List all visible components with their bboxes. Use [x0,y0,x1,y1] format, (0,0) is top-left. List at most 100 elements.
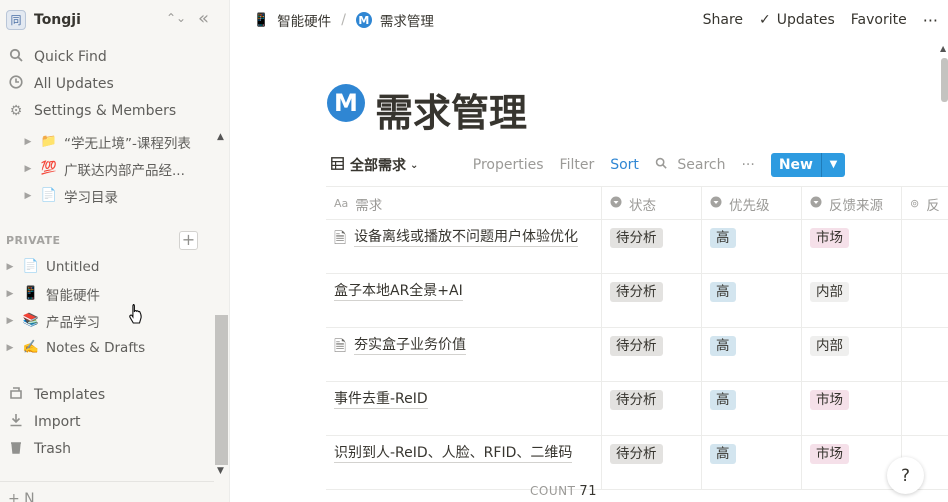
cell-extra[interactable] [902,328,948,382]
nav-settings-members[interactable]: ⚙ Settings & Members [0,97,230,124]
table-row[interactable]: 盒子本地AR全景+AI 待分析 高 内部 [326,274,948,328]
cell-status[interactable]: 待分析 [602,382,702,436]
new-page-button[interactable]: + N [8,491,35,502]
help-button[interactable]: ? [887,457,924,494]
cell-priority[interactable]: 高 [702,220,802,274]
page-title[interactable]: 需求管理 [375,82,527,137]
cell-requirement[interactable]: 盒子本地AR全景+AI [326,274,602,328]
expand-toggle-icon[interactable]: ▶ [22,191,34,201]
more-options-icon[interactable]: ··· [923,11,938,30]
expand-toggle-icon[interactable]: ▶ [22,137,34,147]
table-row[interactable]: 识别到人-ReID、人脸、RFID、二维码 待分析 高 市场 [326,436,948,490]
view-selector[interactable]: 全部需求 ⌄ [331,155,418,175]
column-header-status[interactable]: 状态 [602,187,702,220]
nav-quick-find[interactable]: Quick Find [0,43,230,70]
column-header-priority[interactable]: 优先级 [702,187,802,220]
favorite-button[interactable]: Favorite [851,12,907,28]
expand-toggle-icon[interactable]: ▶ [4,289,16,299]
cell-requirement[interactable]: 事件去重-ReID [326,382,602,436]
breadcrumb-requirements[interactable]: M 需求管理 [355,10,434,30]
status-tag: 待分析 [610,228,663,248]
switch-workspace-icon[interactable]: ⌃⌄ [166,11,186,25]
sidebar-page-notes-drafts[interactable]: ▶ ✍️ Notes & Drafts [0,334,214,361]
page-icon[interactable]: M [327,84,365,122]
cell-requirement[interactable]: 识别到人-ReID、人脸、RFID、二维码 [326,436,602,490]
sidebar-page-smart-hardware[interactable]: ▶ 📱 智能硬件 [0,280,214,307]
cell-requirement[interactable]: 🗎 设备离线或播放不问题用户体验优化 [326,220,602,274]
updates-button[interactable]: ✓ Updates [759,12,835,28]
text-property-icon: Aa [334,197,349,210]
books-icon: 📚 [22,313,40,328]
cell-status[interactable]: 待分析 [602,436,702,490]
requirement-title[interactable]: 事件去重-ReID [334,390,428,409]
column-header-extra[interactable]: ⊚ 反 [902,187,948,220]
new-record-button[interactable]: New ▼ [770,153,845,177]
sidebar-scrollbar-thumb[interactable] [215,315,228,465]
column-header-source[interactable]: 反馈来源 [802,187,902,220]
sidebar-page-product-learning[interactable]: ▶ 📚 产品学习 [0,307,214,334]
chevron-down-icon[interactable]: ▼ [821,153,845,177]
requirement-title[interactable]: 夯实盒子业务价值 [354,336,467,355]
cell-extra[interactable] [902,382,948,436]
column-label: 反 [926,197,940,214]
cell-source[interactable]: 市场 [802,382,902,436]
sort-button[interactable]: Sort [610,157,639,173]
breadcrumb-smart-hardware[interactable]: 📱 智能硬件 [253,10,331,31]
new-button-label[interactable]: New [770,153,821,177]
table-row[interactable]: 🗎 设备离线或播放不问题用户体验优化 待分析 高 市场 [326,220,948,274]
cell-status[interactable]: 待分析 [602,274,702,328]
sidebar-page-untitled[interactable]: ▶ 📄 Untitled [0,253,214,280]
add-page-button[interactable]: + [179,231,198,250]
phone-icon: 📱 [22,286,40,301]
nav-import[interactable]: Import [0,408,230,435]
cell-priority[interactable]: 高 [702,328,802,382]
cell-source[interactable]: 内部 [802,328,902,382]
properties-button[interactable]: Properties [473,157,544,173]
folder-icon: 📁 [40,134,58,149]
scroll-up-arrow-icon[interactable]: ▲ [940,44,946,53]
collapse-sidebar-icon[interactable]: « [198,8,209,29]
column-label: 反馈来源 [829,197,883,214]
nav-trash[interactable]: Trash [0,435,230,462]
cell-status[interactable]: 待分析 [602,328,702,382]
table-row[interactable]: 🗎 夯实盒子业务价值 待分析 高 内部 [326,328,948,382]
divider [0,481,214,482]
cell-extra[interactable] [902,274,948,328]
cell-source[interactable]: 内部 [802,274,902,328]
requirement-title[interactable]: 识别到人-ReID、人脸、RFID、二维码 [334,444,573,463]
workspace-switcher[interactable]: 同 Tongji [0,0,230,40]
cell-requirement[interactable]: 🗎 夯实盒子业务价值 [326,328,602,382]
scroll-down-arrow-icon[interactable]: ▼ [217,466,224,476]
requirement-title[interactable]: 设备离线或播放不问题用户体验优化 [354,228,579,247]
search-button[interactable]: Search [655,157,725,173]
sidebar-page-internal-pm[interactable]: ▶ 💯 广联达内部产品经... [0,155,214,182]
cell-source[interactable]: 市场 [802,220,902,274]
filter-button[interactable]: Filter [560,157,595,173]
table-row[interactable]: 事件去重-ReID 待分析 高 市场 [326,382,948,436]
nav-all-updates[interactable]: All Updates [0,70,230,97]
cell-status[interactable]: 待分析 [602,220,702,274]
nav-label: All Updates [34,75,114,92]
cell-extra[interactable] [902,220,948,274]
nav-templates[interactable]: Templates [0,381,230,408]
column-header-requirement[interactable]: Aa 需求 [326,187,602,220]
sidebar-page-course-list[interactable]: ▶ 📁 “学无止境”-课程列表 [0,128,214,155]
select-property-icon [710,196,722,211]
sidebar-page-study-index[interactable]: ▶ 📄 学习目录 [0,182,214,209]
expand-toggle-icon[interactable]: ▶ [22,164,34,174]
scroll-up-arrow-icon[interactable]: ▲ [217,132,224,142]
priority-tag: 高 [710,228,736,248]
more-options-icon[interactable]: ··· [741,157,754,173]
main-scrollbar-thumb[interactable] [941,58,948,102]
cell-source[interactable]: 市场 [802,436,902,490]
nav-label: Import [34,413,81,430]
expand-toggle-icon[interactable]: ▶ [4,262,16,272]
cell-priority[interactable]: 高 [702,382,802,436]
share-button[interactable]: Share [703,12,743,28]
expand-toggle-icon[interactable]: ▶ [4,316,16,326]
trash-icon [8,440,24,458]
expand-toggle-icon[interactable]: ▶ [4,343,16,353]
requirement-title[interactable]: 盒子本地AR全景+AI [334,282,463,301]
cell-priority[interactable]: 高 [702,436,802,490]
cell-priority[interactable]: 高 [702,274,802,328]
